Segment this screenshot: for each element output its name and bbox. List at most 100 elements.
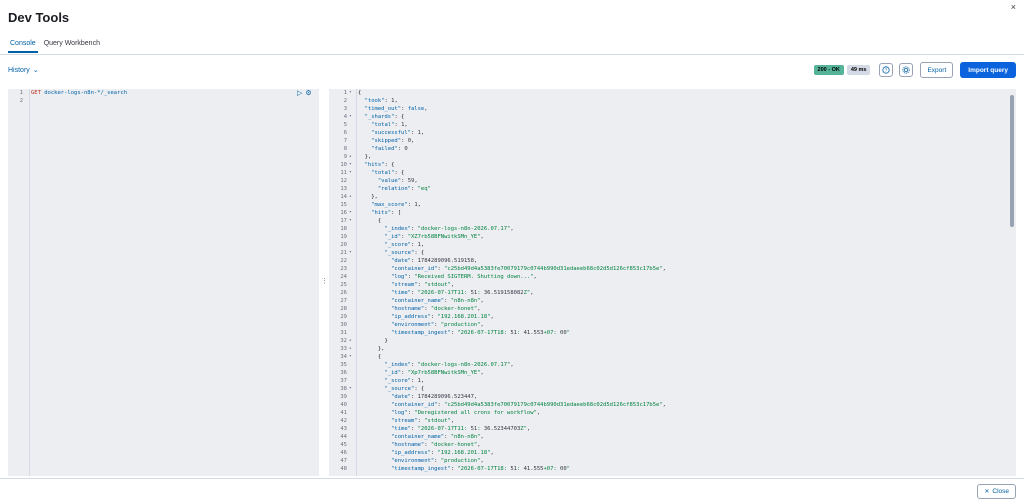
response-code: "_index": "docker-logs-n8n-2026.07.17", [384,362,514,368]
tab-query-workbench[interactable]: Query Workbench [42,40,102,53]
console-toolbar: 200 - OK 49 ms ? Export Import query [813,62,1016,78]
response-code: "_index": "docker-logs-n8n-2026.07.17", [384,226,514,232]
wrench-icon[interactable]: ⚙ [305,89,311,97]
history-label: History [8,67,30,74]
response-code: "timestamp_ingest": "2026-07-17T18: 51: … [391,466,570,472]
response-code: }, [358,346,385,352]
line-number: 17 [340,218,347,224]
status-badge: 200 - OK [813,65,844,75]
fold-open-icon[interactable]: ▾ [349,209,352,217]
tabs-divider [0,54,1024,55]
close-button[interactable]: ✕ Close [977,484,1016,499]
line-number: 40 [340,402,347,408]
fold-close-icon[interactable]: ▴ [349,193,352,201]
line-number: 24 [340,274,347,280]
response-code: }, [358,194,378,200]
response-code: "timed_out": false, [364,106,428,112]
page-title: Dev Tools [8,10,70,25]
line-number: 23 [340,266,347,272]
help-icon: ? [882,66,891,74]
line-number: 22 [340,258,347,264]
line-number: 38 [340,386,347,392]
response-code: "time": "2026-07-17T11: 51: 36.519158082… [391,290,534,296]
play-icon[interactable]: ▷ [297,89,302,97]
resize-handle[interactable]: ⋮ [321,277,328,285]
dev-tools-flyout: Dev Tools × Console Query Workbench Hist… [0,0,1024,503]
response-code: "successful": 1, [371,130,425,136]
line-number: 15 [340,202,347,208]
line-number: 9 [343,154,347,160]
response-code: "total": 1, [371,122,408,128]
settings-button[interactable] [899,63,914,77]
response-code: "time": "2026-07-17T11: 51: 36.52344703Z… [391,426,531,432]
tab-bar: Console Query Workbench [8,40,106,53]
tab-console[interactable]: Console [8,40,38,53]
fold-open-icon[interactable]: ▾ [349,169,352,177]
response-code: "_score": 1, [384,242,425,248]
response-code: "container_name": "n8n-n8n", [391,434,484,440]
line-number: 3 [343,106,347,112]
fold-open-icon[interactable]: ▾ [349,217,352,225]
fold-open-icon[interactable]: ▾ [349,161,352,169]
request-gutter [8,89,29,476]
gear-icon [902,66,911,74]
response-code: "date": 1784289096.523447, [391,394,478,400]
response-code: "log": "Deregistered all crons for workf… [391,410,541,416]
response-code: "hostname": "docker-honet", [391,442,481,448]
response-code: "container_id": "c25bd49d4a5383fe7007917… [391,402,666,408]
response-code: "took": 1, [364,98,398,104]
response-code: "ip_address": "192.168.201.18", [391,450,494,456]
response-code: "ip_address": "192.168.201.18", [391,314,494,320]
response-code: "date": 1784289096.519158, [391,258,478,264]
fold-close-icon[interactable]: ▴ [349,337,352,345]
line-number: 29 [340,314,347,320]
gutter-divider [29,89,30,476]
line-number: 31 [340,330,347,336]
line-number: 42 [340,418,347,424]
line-number: 47 [340,458,347,464]
import-query-button[interactable]: Import query [960,62,1016,78]
response-code: "failed": 0 [371,146,408,152]
request-actions: ▷ ⚙ [297,89,312,97]
fold-open-icon[interactable]: ▾ [349,89,352,97]
request-editor[interactable]: 1 GET docker-logs-n8n-*/_search 2 ▷ ⚙ [8,89,319,476]
fold-open-icon[interactable]: ▾ [349,385,352,393]
request-path: docker-logs-n8n-*/_search [44,90,128,96]
response-code: { [358,218,382,224]
response-code: "total": { [371,170,405,176]
line-number: 44 [340,434,347,440]
line-number: 28 [340,306,347,312]
response-code: "skipped": 0, [371,138,415,144]
fold-open-icon[interactable]: ▾ [349,113,352,121]
export-button[interactable]: Export [920,62,954,78]
history-button[interactable]: History ⌄ [8,66,39,74]
scrollbar[interactable] [1010,95,1014,227]
response-viewer[interactable]: 1 ▾{2 "took": 1, 3 "timed_out": false, 4 ▾ "… [329,89,1016,476]
line-number: 1 [343,90,347,96]
line-number: 36 [340,370,347,376]
fold-open-icon[interactable]: ▾ [349,353,352,361]
response-code: "container_id": "c25bd49d4a5383fe7007917… [391,266,666,272]
line-number: 7 [343,138,347,144]
response-code: "_score": 1, [384,378,425,384]
fold-open-icon[interactable]: ▾ [349,249,352,257]
line-number: 46 [340,450,347,456]
close-label: Close [992,488,1009,495]
response-code: "log": "Received SIGTERM. Shutting down.… [391,274,537,280]
response-code: }, [358,154,372,160]
line-number: 21 [340,250,347,256]
gutter-divider [356,89,357,476]
line-number: 2 [19,98,23,104]
help-button[interactable]: ? [879,63,894,77]
line-number: 8 [343,146,347,152]
line-number: 5 [343,122,347,128]
response-code: "hits": [ [371,210,402,216]
line-number: 39 [340,394,347,400]
response-code: "_source": { [384,386,425,392]
response-code: "value": 59, [377,178,418,184]
close-icon[interactable]: × [1011,2,1016,12]
fold-close-icon[interactable]: ▴ [349,153,352,161]
line-number: 1 [19,90,23,96]
response-code: } [358,338,388,344]
fold-close-icon[interactable]: ▴ [349,345,352,353]
